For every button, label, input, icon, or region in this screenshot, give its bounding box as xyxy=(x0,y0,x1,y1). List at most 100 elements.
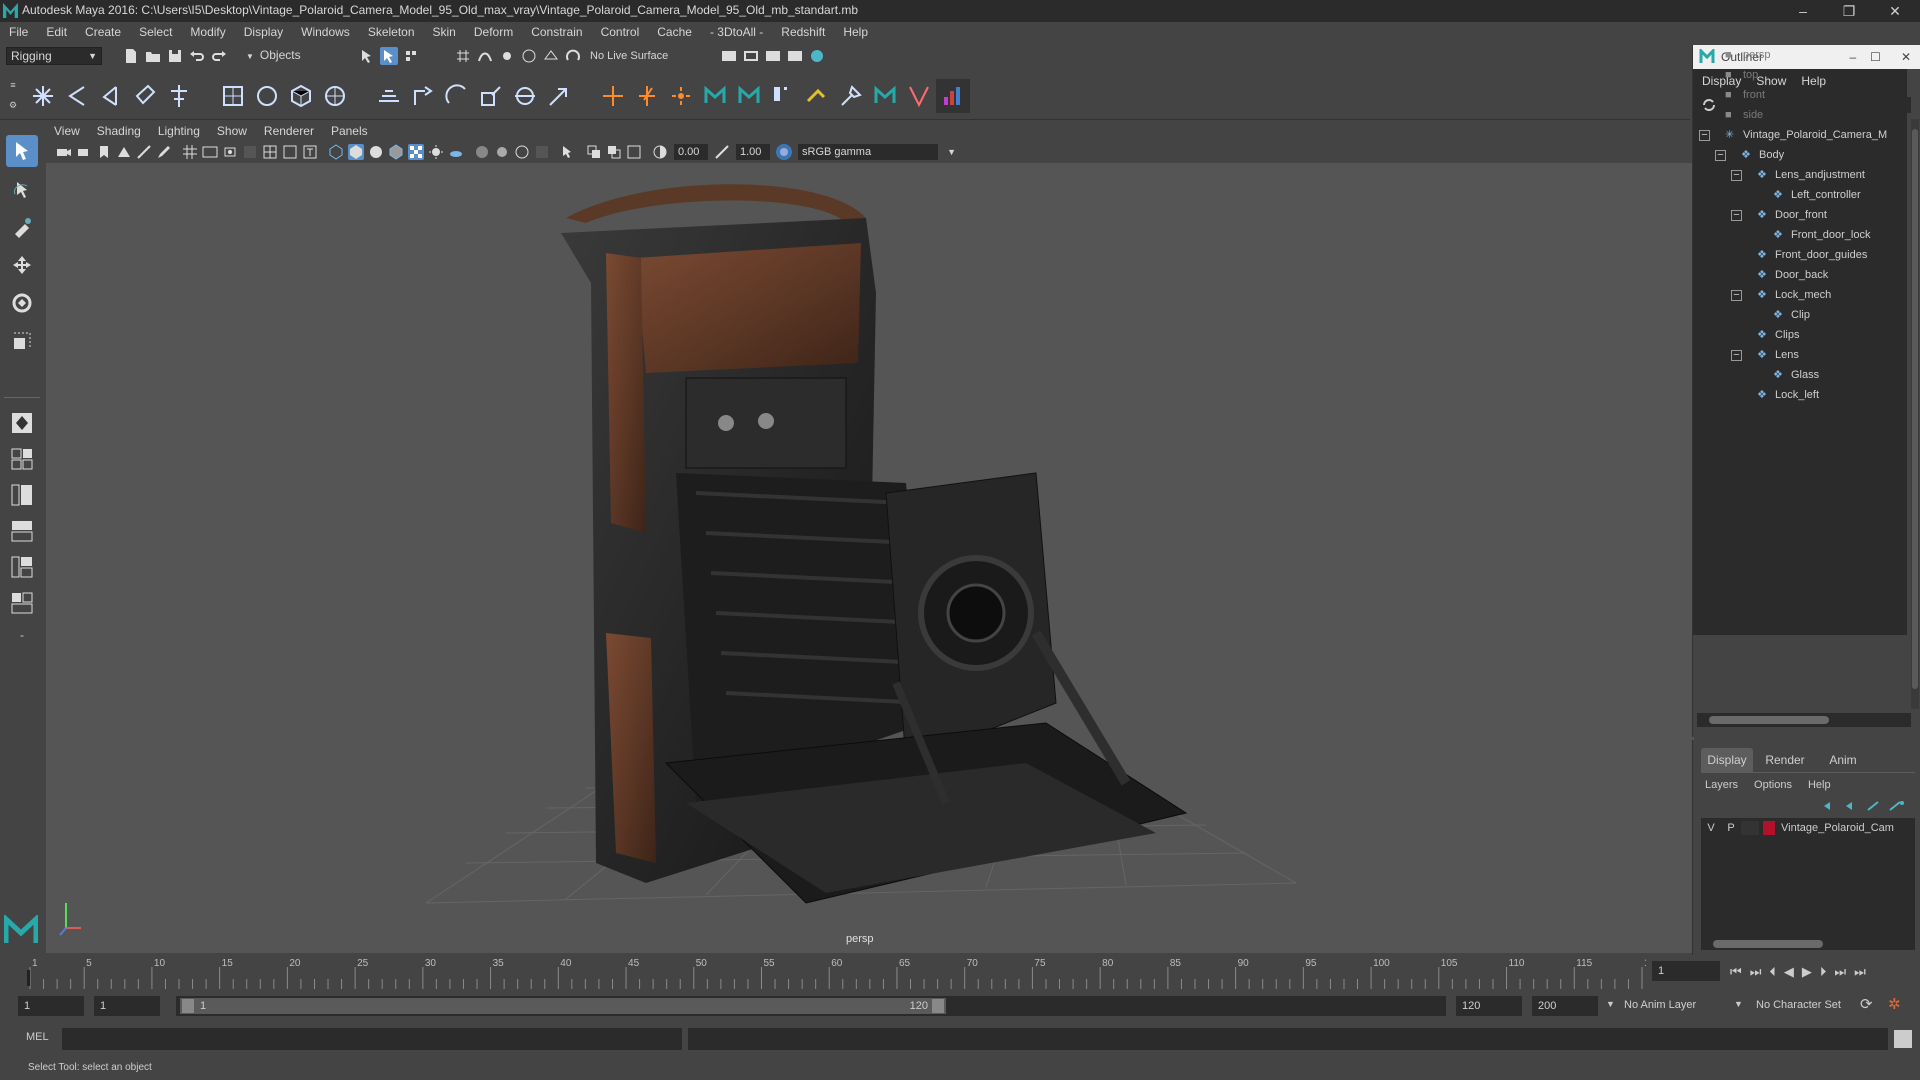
rotate-tool-icon[interactable] xyxy=(6,287,38,319)
menu-windows[interactable]: Windows xyxy=(301,22,350,43)
outliner-item[interactable]: − ❖ Lock_mech xyxy=(1693,285,1907,305)
script-editor-icon[interactable] xyxy=(1894,1030,1912,1048)
menu-redshift[interactable]: Redshift xyxy=(781,22,825,43)
playback-end-field[interactable]: 120 xyxy=(1456,996,1522,1016)
open-scene-icon[interactable] xyxy=(144,47,162,65)
outliner-item[interactable]: ❖ Lock_left xyxy=(1693,385,1907,405)
select-tool-icon[interactable] xyxy=(6,135,38,167)
menu-modify[interactable]: Modify xyxy=(190,22,225,43)
play-forward-icon[interactable]: ▶ xyxy=(1802,964,1812,980)
select-hierarchy-icon[interactable] xyxy=(358,47,376,65)
xray-icon[interactable] xyxy=(586,144,602,160)
layer-display-type[interactable] xyxy=(1741,821,1759,835)
field-chart-icon[interactable] xyxy=(262,144,278,160)
view-transform-dropdown[interactable]: sRGB gamma ▼ xyxy=(798,144,956,160)
single-perspective-layout-icon[interactable] xyxy=(6,407,38,439)
ik-spline-icon[interactable] xyxy=(94,79,128,113)
camera-attributes-icon[interactable] xyxy=(76,144,92,160)
exposure-field[interactable]: 0.00 xyxy=(674,144,708,160)
multisample-aa-icon[interactable] xyxy=(514,144,530,160)
current-frame-field[interactable]: 1 xyxy=(1652,961,1720,981)
wireframe-icon[interactable] xyxy=(328,144,344,160)
lattice-icon[interactable] xyxy=(284,79,318,113)
viewport-menu-shading[interactable]: Shading xyxy=(97,122,141,141)
layer-row[interactable]: V P Vintage_Polaroid_Cam xyxy=(1701,818,1915,838)
render-settings-icon[interactable] xyxy=(764,47,782,65)
viewport-menu-show[interactable]: Show xyxy=(217,122,247,141)
viewport-3d[interactable]: persp xyxy=(46,163,1694,953)
step-forward-key-icon[interactable]: ⏭ xyxy=(1834,964,1846,980)
ik-handle-icon[interactable] xyxy=(60,79,94,113)
layer-menu-help[interactable]: Help xyxy=(1808,779,1831,791)
film-gate-icon[interactable] xyxy=(202,144,218,160)
render-view-icon[interactable] xyxy=(808,47,826,65)
outliner-item[interactable]: ❖ Clips xyxy=(1693,325,1907,345)
bookmark-icon[interactable] xyxy=(96,144,112,160)
grid-toggle-icon[interactable] xyxy=(182,144,198,160)
scale-constraint-icon[interactable] xyxy=(474,79,508,113)
layer-playback-toggle[interactable]: P xyxy=(1721,822,1741,834)
resolution-gate-icon[interactable] xyxy=(222,144,238,160)
move-layer-up-icon[interactable] xyxy=(1821,799,1843,813)
safe-title-icon[interactable] xyxy=(302,144,318,160)
menu-create[interactable]: Create xyxy=(85,22,121,43)
render-frame-icon[interactable] xyxy=(720,47,738,65)
go-to-end-icon[interactable]: ⏭ xyxy=(1854,964,1866,980)
scale-tool-icon[interactable] xyxy=(6,325,38,357)
tab-display[interactable]: Display xyxy=(1701,748,1753,772)
outliner-item[interactable]: ❖ Left_controller xyxy=(1693,185,1907,205)
paint-skin-icon[interactable] xyxy=(834,79,868,113)
point-constraint-icon[interactable] xyxy=(372,79,406,113)
collapse-toggle[interactable]: − xyxy=(1731,170,1742,181)
snap-point-icon[interactable] xyxy=(498,47,516,65)
menu-help[interactable]: Help xyxy=(843,22,868,43)
scrollbar-thumb[interactable] xyxy=(1912,129,1918,689)
aim-constraint-icon[interactable] xyxy=(406,79,440,113)
locator-icon[interactable] xyxy=(596,79,630,113)
new-layer-selected-icon[interactable] xyxy=(1887,799,1909,813)
graph-editor-icon[interactable] xyxy=(936,78,970,113)
outliner-item[interactable]: − ❖ Door_front xyxy=(1693,205,1907,225)
range-slider-handle[interactable]: 1 120 xyxy=(180,998,946,1014)
ipr-render-icon[interactable] xyxy=(742,47,760,65)
collapse-toggle[interactable]: − xyxy=(1731,210,1742,221)
orient-constraint-icon[interactable] xyxy=(440,79,474,113)
outliner-item[interactable]: ❖ Front_door_lock xyxy=(1693,225,1907,245)
auto-key-icon[interactable]: ⟳ xyxy=(1860,995,1873,1013)
safe-action-icon[interactable] xyxy=(282,144,298,160)
persp-outliner-layout-icon[interactable] xyxy=(6,479,38,511)
close-button[interactable]: ✕ xyxy=(1872,0,1918,22)
viewport-menu-panels[interactable]: Panels xyxy=(331,122,368,141)
shadows-icon[interactable] xyxy=(448,144,464,160)
snap-live-icon[interactable] xyxy=(564,47,582,65)
layer-menu-options[interactable]: Options xyxy=(1754,779,1792,791)
selection-mode-dropdown[interactable]: ▼ Objects xyxy=(242,46,342,65)
paint-select-tool-icon[interactable] xyxy=(6,211,38,243)
layer-h-scrollbar[interactable] xyxy=(1701,938,1915,950)
scene-canvas[interactable] xyxy=(46,163,1694,953)
menu-set-dropdown[interactable]: Rigging ▼ xyxy=(6,46,102,65)
pole-vector-icon[interactable] xyxy=(542,79,576,113)
select-component-icon[interactable] xyxy=(402,47,420,65)
isolate-select-icon[interactable] xyxy=(560,144,576,160)
outliner-item[interactable]: ❖ Front_door_guides xyxy=(1693,245,1907,265)
image-plane-icon[interactable] xyxy=(116,144,132,160)
insert-joint-icon[interactable] xyxy=(128,79,162,113)
use-all-lights-icon[interactable] xyxy=(428,144,444,160)
hik-character-icon[interactable] xyxy=(698,79,732,113)
range-start-handle[interactable] xyxy=(182,999,194,1013)
step-back-frame-icon[interactable]: ⏴ xyxy=(1769,964,1776,980)
live-surface-label[interactable]: No Live Surface xyxy=(590,50,668,62)
xray-components-icon[interactable] xyxy=(626,144,642,160)
outliner-item[interactable]: ■ top xyxy=(1693,65,1907,85)
gate-mask-icon[interactable] xyxy=(242,144,258,160)
xray-joints-icon[interactable] xyxy=(606,144,622,160)
collapse-toggle[interactable]: − xyxy=(1715,150,1726,161)
cluster-icon[interactable] xyxy=(630,79,664,113)
script-language-label[interactable]: MEL xyxy=(26,1031,49,1043)
time-ticks[interactable]: 1 5 10 15 20 25 30 35 40 45 50 55 60 65 70 75 80 85 90 95 10… xyxy=(28,955,1661,989)
outliner-item[interactable]: − ❖ Body xyxy=(1693,145,1907,165)
layer-menu-layers[interactable]: Layers xyxy=(1705,779,1738,791)
snap-grid-icon[interactable] xyxy=(454,47,472,65)
depth-of-field-icon[interactable] xyxy=(534,144,550,160)
